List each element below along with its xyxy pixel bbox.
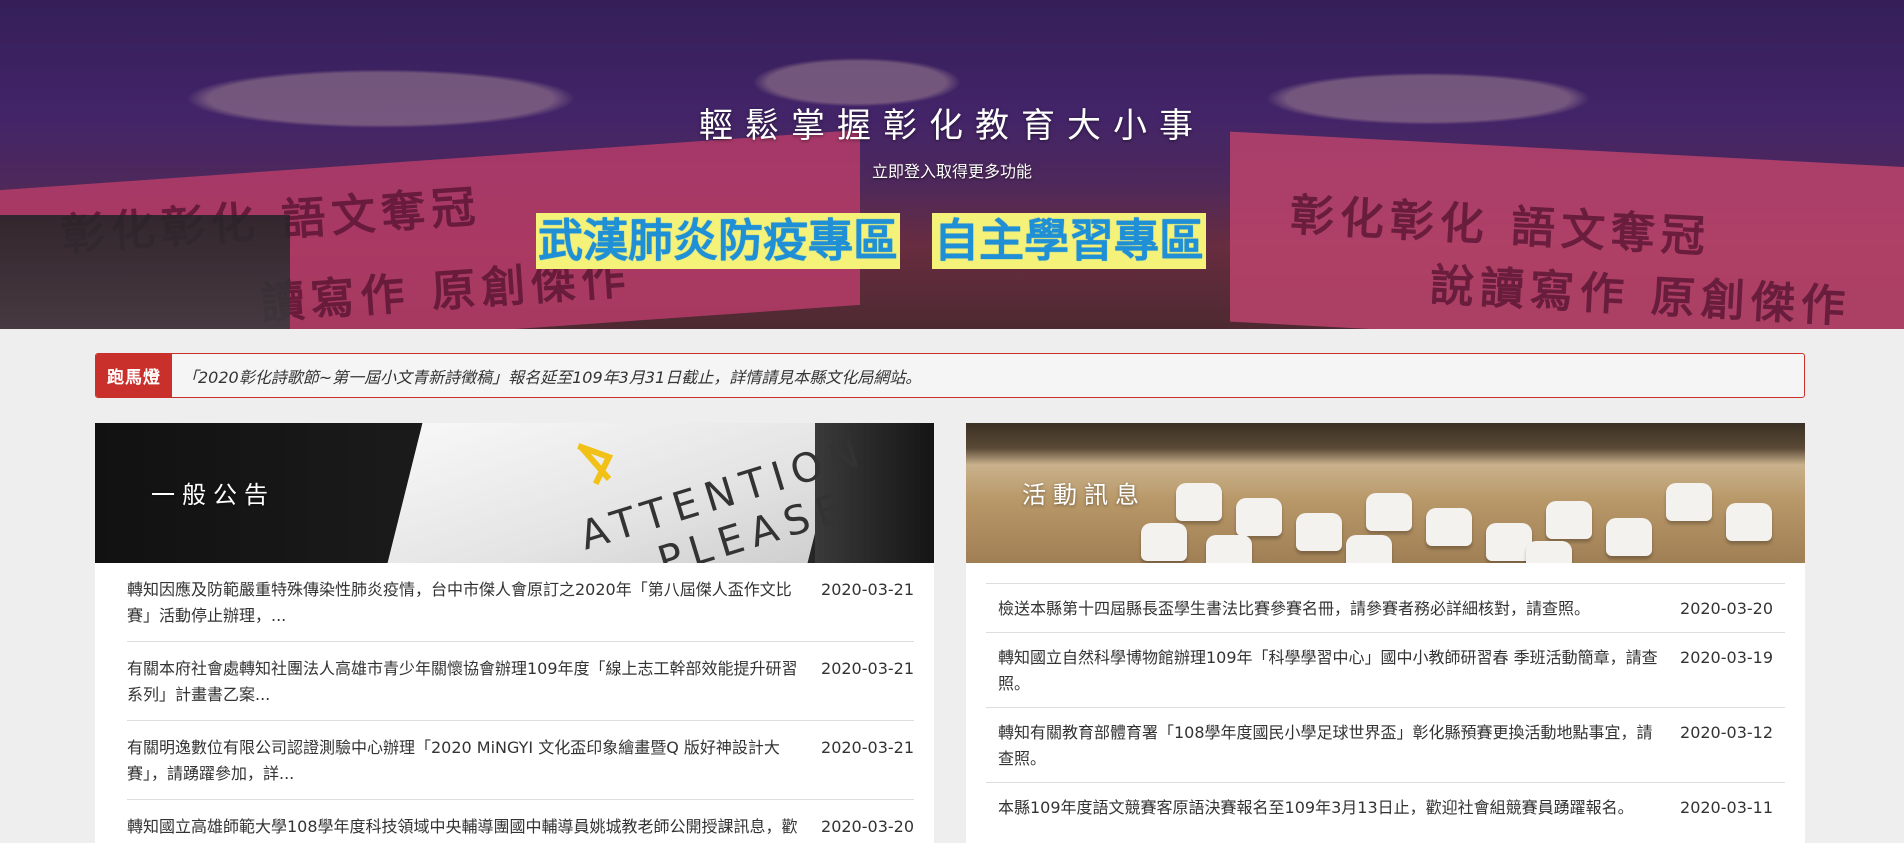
events-title: 活動訊息	[1022, 481, 1146, 509]
covid-zone-link[interactable]: 武漢肺炎防疫專區	[536, 213, 901, 269]
chair-image	[1141, 523, 1187, 561]
events-header: 活動訊息	[966, 423, 1805, 563]
marquee-label: 跑馬燈	[96, 354, 172, 397]
list-item[interactable]: 轉知國立高雄師範大學108學年度科技領域中央輔導團國中輔導員姚城教老師公開授課訊…	[127, 800, 914, 843]
announcements-panel: ATTENTION PLEASE 一般公告 轉知因應及防範嚴重特殊傳染性肺炎疫情…	[95, 423, 934, 843]
chair-image	[1546, 501, 1592, 539]
news-title-link[interactable]: 轉知國立高雄師範大學108學年度科技領域中央輔導團國中輔導員姚城教老師公開授課訊…	[127, 814, 809, 840]
news-date: 2020-03-21	[821, 580, 914, 599]
news-title-link[interactable]: 轉知國立自然科學博物館辦理109年「科學學習中心」國中小教師研習春 季班活動簡章…	[998, 645, 1668, 697]
list-item[interactable]: 本縣109年度語文競賽客原語決賽報名至109年3月13日止，歡迎社會組競賽員踴躍…	[986, 782, 1785, 831]
marquee-bar: 跑馬燈 「2020彰化詩歌節~第一屆小文青新詩徵稿」報名延至109年3月31日截…	[95, 353, 1805, 398]
marquee-text[interactable]: 「2020彰化詩歌節~第一屆小文青新詩徵稿」報名延至109年3月31日截止，詳情…	[172, 354, 921, 397]
list-item[interactable]: 有關本府社會處轉知社團法人高雄市青少年關懷協會辦理109年度「線上志工幹部效能提…	[127, 642, 914, 721]
events-panel: 活動訊息 檢送本縣第十四屆縣長盃學生書法比賽參賽名冊，請參賽者務必詳細核對，請查…	[966, 423, 1805, 843]
news-date: 2020-03-21	[821, 738, 914, 757]
chair-image	[1426, 508, 1472, 546]
news-date: 2020-03-20	[1680, 599, 1773, 618]
hero-banner: 彰化彰化 語文奪冠 讀寫作 原創傑作 彰化彰化 語文奪冠 說讀寫作 原創傑作 輕…	[0, 0, 1904, 329]
chair-image	[1236, 498, 1282, 536]
chair-image	[1666, 483, 1712, 521]
news-date: 2020-03-21	[821, 659, 914, 678]
chair-image	[1606, 518, 1652, 556]
events-list: 檢送本縣第十四屆縣長盃學生書法比賽參賽名冊，請參賽者務必詳細核對，請查照。 20…	[966, 563, 1805, 831]
news-date: 2020-03-19	[1680, 648, 1773, 667]
list-item[interactable]: 有關明逸數位有限公司認證測驗中心辦理「2020 MiNGYI 文化盃印象繪畫暨Q…	[127, 721, 914, 800]
list-item[interactable]: 轉知有關教育部體育署「108學年度國民小學足球世界盃」彰化縣預賽更換活動地點事宜…	[986, 707, 1785, 782]
news-title-link[interactable]: 轉知因應及防範嚴重特殊傳染性肺炎疫情，台中市傑人會原訂之2020年「第八屆傑人盃…	[127, 577, 809, 629]
announcements-title: 一般公告	[151, 481, 275, 509]
news-title-link[interactable]: 有關本府社會處轉知社團法人高雄市青少年關懷協會辦理109年度「線上志工幹部效能提…	[127, 656, 809, 708]
login-prompt-link[interactable]: 立即登入取得更多功能	[0, 158, 1904, 182]
chair-image	[1206, 535, 1252, 563]
chair-image	[1526, 541, 1572, 563]
news-title-link[interactable]: 轉知有關教育部體育署「108學年度國民小學足球世界盃」彰化縣預賽更換活動地點事宜…	[998, 720, 1668, 772]
news-title-link[interactable]: 檢送本縣第十四屆縣長盃學生書法比賽參賽名冊，請參賽者務必詳細核對，請查照。	[998, 596, 1668, 622]
news-date: 2020-03-11	[1680, 798, 1773, 817]
news-date: 2020-03-20	[821, 817, 914, 836]
list-item[interactable]: 檢送本縣第十四屆縣長盃學生書法比賽參賽名冊，請參賽者務必詳細核對，請查照。 20…	[986, 583, 1785, 632]
announcements-header: ATTENTION PLEASE 一般公告	[95, 423, 934, 563]
chair-image	[1346, 535, 1392, 563]
hero-title: 輕鬆掌握彰化教育大小事	[699, 106, 1205, 146]
list-item[interactable]: 轉知國立自然科學博物館辦理109年「科學學習中心」國中小教師研習春 季班活動簡章…	[986, 632, 1785, 707]
news-date: 2020-03-12	[1680, 723, 1773, 742]
chair-image	[1366, 493, 1412, 531]
chair-image	[1176, 483, 1222, 521]
chair-image	[1726, 503, 1772, 541]
zone-links: 武漢肺炎防疫專區 自主學習專區	[536, 213, 1207, 269]
arrow-icon	[577, 443, 614, 485]
news-title-link[interactable]: 有關明逸數位有限公司認證測驗中心辦理「2020 MiNGYI 文化盃印象繪畫暨Q…	[127, 735, 809, 787]
news-title-link[interactable]: 本縣109年度語文競賽客原語決賽報名至109年3月13日止，歡迎社會組競賽員踴躍…	[998, 795, 1668, 821]
announcements-list: 轉知因應及防範嚴重特殊傳染性肺炎疫情，台中市傑人會原訂之2020年「第八屆傑人盃…	[95, 563, 934, 843]
chair-image	[1296, 513, 1342, 551]
list-item[interactable]: 轉知因應及防範嚴重特殊傳染性肺炎疫情，台中市傑人會原訂之2020年「第八屆傑人盃…	[127, 563, 914, 642]
self-learning-zone-link[interactable]: 自主學習專區	[932, 213, 1207, 269]
